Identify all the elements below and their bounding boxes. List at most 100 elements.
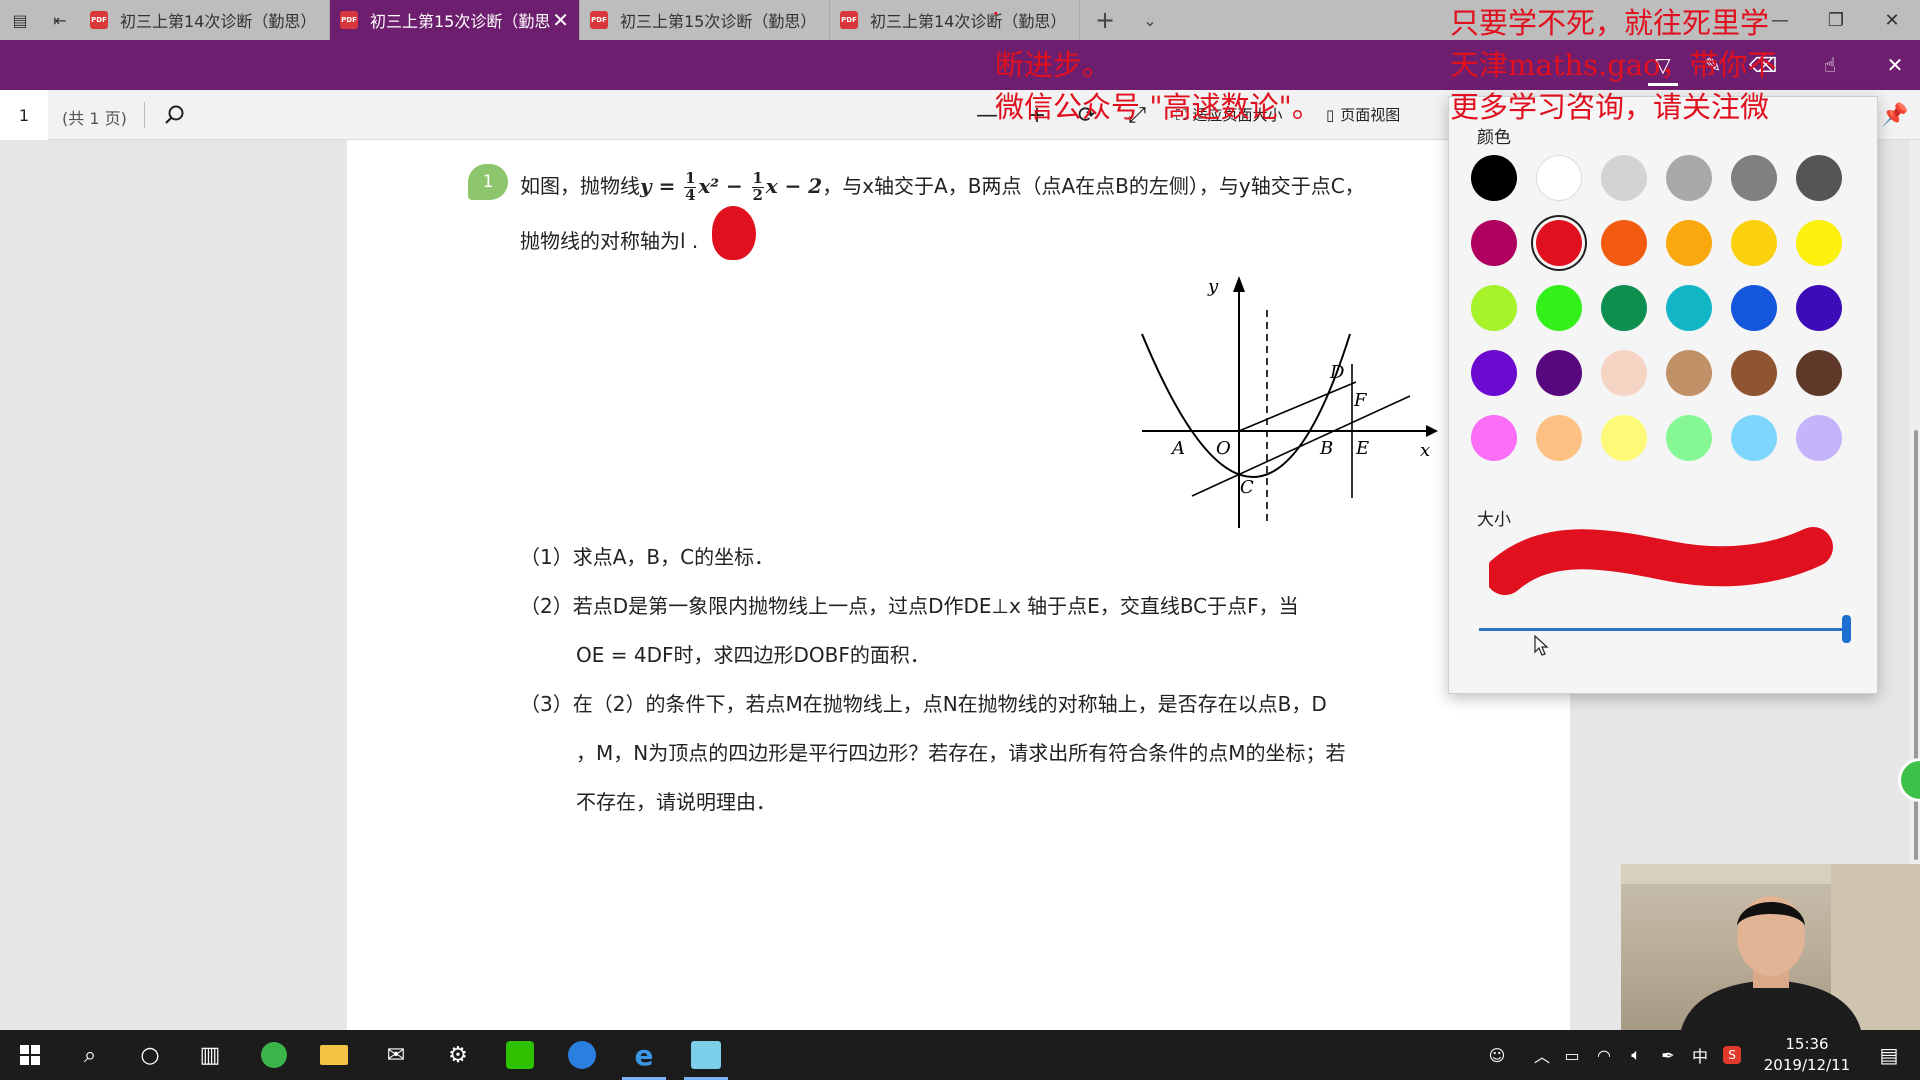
tab-label: 初三上第15次诊断（勤思 (370, 12, 551, 31)
color-swatch[interactable] (1536, 220, 1582, 266)
tab-list-chevron-icon[interactable]: ⌄ (1130, 0, 1170, 40)
size-slider-thumb[interactable] (1842, 615, 1851, 643)
color-swatch[interactable] (1471, 155, 1517, 201)
size-slider-track[interactable] (1479, 628, 1847, 631)
tab-label: 初三上第15次诊断（勤思） (620, 12, 817, 31)
wifi-icon[interactable]: ◠ (1588, 1030, 1620, 1080)
start-windows-icon[interactable] (0, 1030, 60, 1080)
mail-icon[interactable]: ✉ (366, 1030, 426, 1080)
restore-icon[interactable]: ❐ (1808, 0, 1864, 40)
page-view-icon: ▯ (1326, 105, 1335, 124)
tab-label: 初三上第14次诊断（勤思） (870, 12, 1067, 31)
color-swatch[interactable] (1731, 220, 1777, 266)
settings-gear-icon[interactable]: ⚙ (428, 1030, 488, 1080)
close-tab-icon[interactable]: ✕ (552, 10, 569, 30)
annotation-line-1: 只要学不死，就往死里学 (1450, 6, 1770, 40)
color-swatch[interactable] (1536, 350, 1582, 396)
color-swatch[interactable] (1536, 155, 1582, 201)
parabola-figure: y x A O B E C D F (1141, 276, 1438, 528)
tab-4[interactable]: PDF 初三上第14次诊断（勤思） (830, 0, 1080, 40)
color-swatch[interactable] (1601, 350, 1647, 396)
label-e: E (1355, 438, 1369, 459)
tab-3[interactable]: PDF 初三上第15次诊断（勤思） (580, 0, 830, 40)
color-swatch[interactable] (1471, 415, 1517, 461)
tray-overflow-chevron-icon[interactable]: ︿ (1528, 1030, 1556, 1080)
color-swatch[interactable] (1796, 220, 1842, 266)
clock[interactable]: 15:36 2019/12/11 (1762, 1034, 1852, 1076)
fraction-1-denominator: 4 (685, 186, 696, 204)
color-swatch[interactable] (1601, 155, 1647, 201)
app-thumbnail-icon[interactable] (676, 1030, 736, 1080)
action-center-icon[interactable]: ▤ (1864, 1030, 1914, 1080)
color-swatch[interactable] (1731, 350, 1777, 396)
touch-write-icon[interactable]: ☝ (1805, 40, 1855, 90)
annotation-line-2: 天津maths.gao，带你不 (1450, 48, 1777, 82)
pin-icon[interactable]: 📌 (1878, 98, 1912, 132)
stroke-size-preview (1489, 527, 1833, 595)
color-swatch[interactable] (1666, 220, 1712, 266)
clock-date: 2019/12/11 (1763, 1056, 1851, 1074)
pdf-icon: PDF (90, 11, 108, 29)
color-swatch[interactable] (1666, 415, 1712, 461)
feishu-bird-icon[interactable] (552, 1030, 612, 1080)
color-swatch[interactable] (1796, 155, 1842, 201)
color-swatch[interactable] (1796, 350, 1842, 396)
fraction-1-numerator: 1 (685, 169, 696, 188)
question-intro: 如图，抛物线 (520, 174, 640, 198)
page-number-input[interactable]: 1 (0, 90, 48, 140)
color-swatch[interactable] (1601, 415, 1647, 461)
color-swatch[interactable] (1796, 285, 1842, 331)
volume-icon[interactable]: 🔈︎ (1620, 1030, 1652, 1080)
tab-2-active[interactable]: PDF 初三上第15次诊断（勤思 ✕ (330, 0, 580, 40)
color-swatch[interactable] (1666, 285, 1712, 331)
set-tabs-aside-icon[interactable]: ⇤ (40, 0, 80, 40)
subquestion-2-line-2: OE = 4DF时，求四边形DOBF的面积． (576, 643, 930, 667)
pdf-icon: PDF (590, 11, 608, 29)
browser-360-icon[interactable] (244, 1030, 304, 1080)
label-c: C (1240, 477, 1254, 498)
wechat-icon[interactable] (490, 1030, 550, 1080)
search-icon[interactable]: ⌕ (60, 1030, 120, 1080)
color-swatch[interactable] (1536, 415, 1582, 461)
y-axis-arrow (1233, 276, 1245, 292)
task-view-icon[interactable]: ▥ (180, 1030, 240, 1080)
tab-1[interactable]: PDF 初三上第14次诊断（勤思） (80, 0, 330, 40)
color-swatch[interactable] (1536, 285, 1582, 331)
new-tab-button[interactable]: + (1080, 0, 1130, 40)
question-line-2: 抛物线的对称轴为l . (520, 229, 699, 253)
color-swatch[interactable] (1601, 285, 1647, 331)
close-ink-icon[interactable]: ✕ (1870, 40, 1920, 90)
ime-indicator[interactable]: 中 (1684, 1030, 1716, 1080)
sogou-input-icon[interactable]: S (1716, 1030, 1748, 1080)
red-ink-dot (712, 206, 756, 260)
people-icon[interactable]: ☺ (1480, 1030, 1514, 1080)
page-view-button[interactable]: ▯ 页面视图 (1326, 104, 1400, 125)
color-swatch[interactable] (1471, 285, 1517, 331)
color-swatch[interactable] (1601, 220, 1647, 266)
color-swatch[interactable] (1666, 350, 1712, 396)
subquestion-3-line-1: （3）在（2）的条件下，若点M在抛物线上，点N在抛物线的对称轴上，是否存在以点B… (520, 692, 1327, 716)
tab-sets-icon[interactable]: ▤ (0, 0, 40, 40)
color-section-title: 颜色 (1477, 128, 1511, 148)
color-swatch[interactable] (1471, 220, 1517, 266)
color-swatch[interactable] (1731, 155, 1777, 201)
x-axis-arrow (1426, 425, 1438, 437)
page-count: (共 1 页) (62, 109, 127, 128)
battery-icon[interactable]: ▭ (1556, 1030, 1588, 1080)
equation-y: y = (640, 174, 683, 198)
color-swatch[interactable] (1796, 415, 1842, 461)
subquestion-3-line-3: 不存在，请说明理由． (576, 790, 776, 814)
presenter-video (1621, 864, 1920, 1030)
color-swatch[interactable] (1471, 350, 1517, 396)
fraction-2-numerator: 1 (752, 169, 763, 188)
cortana-icon[interactable]: ○ (120, 1030, 180, 1080)
edge-browser-icon[interactable]: e (614, 1030, 674, 1080)
color-swatch[interactable] (1666, 155, 1712, 201)
color-swatch[interactable] (1731, 285, 1777, 331)
pen-workspace-icon[interactable]: ✒ (1652, 1030, 1684, 1080)
subquestion-1: （1）求点A，B，C的坐标． (520, 545, 775, 569)
window-close-icon[interactable]: ✕ (1864, 0, 1920, 40)
search-icon[interactable] (157, 98, 191, 132)
file-explorer-icon[interactable] (304, 1030, 364, 1080)
color-swatch[interactable] (1731, 415, 1777, 461)
